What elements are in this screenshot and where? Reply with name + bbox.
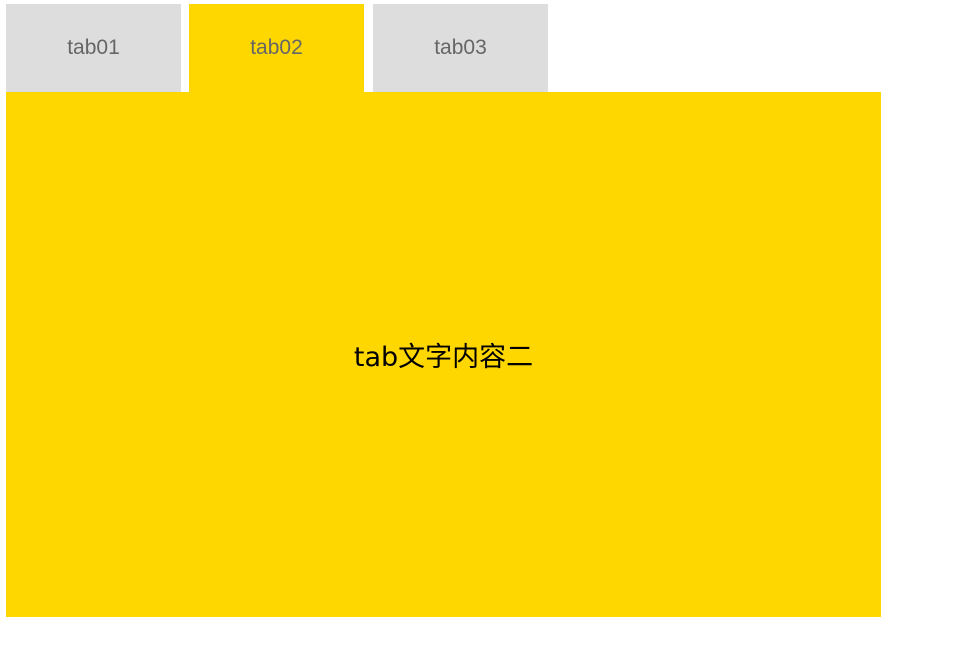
tab-content-panel: tab文字内容二 (6, 92, 881, 617)
tab-content-text: tab文字内容二 (353, 342, 534, 373)
tab-02[interactable]: tab02 (189, 4, 364, 92)
tab-bar: tab01 tab02 tab03 (6, 4, 881, 92)
tab-03[interactable]: tab03 (373, 4, 548, 92)
tab-01[interactable]: tab01 (6, 4, 181, 92)
